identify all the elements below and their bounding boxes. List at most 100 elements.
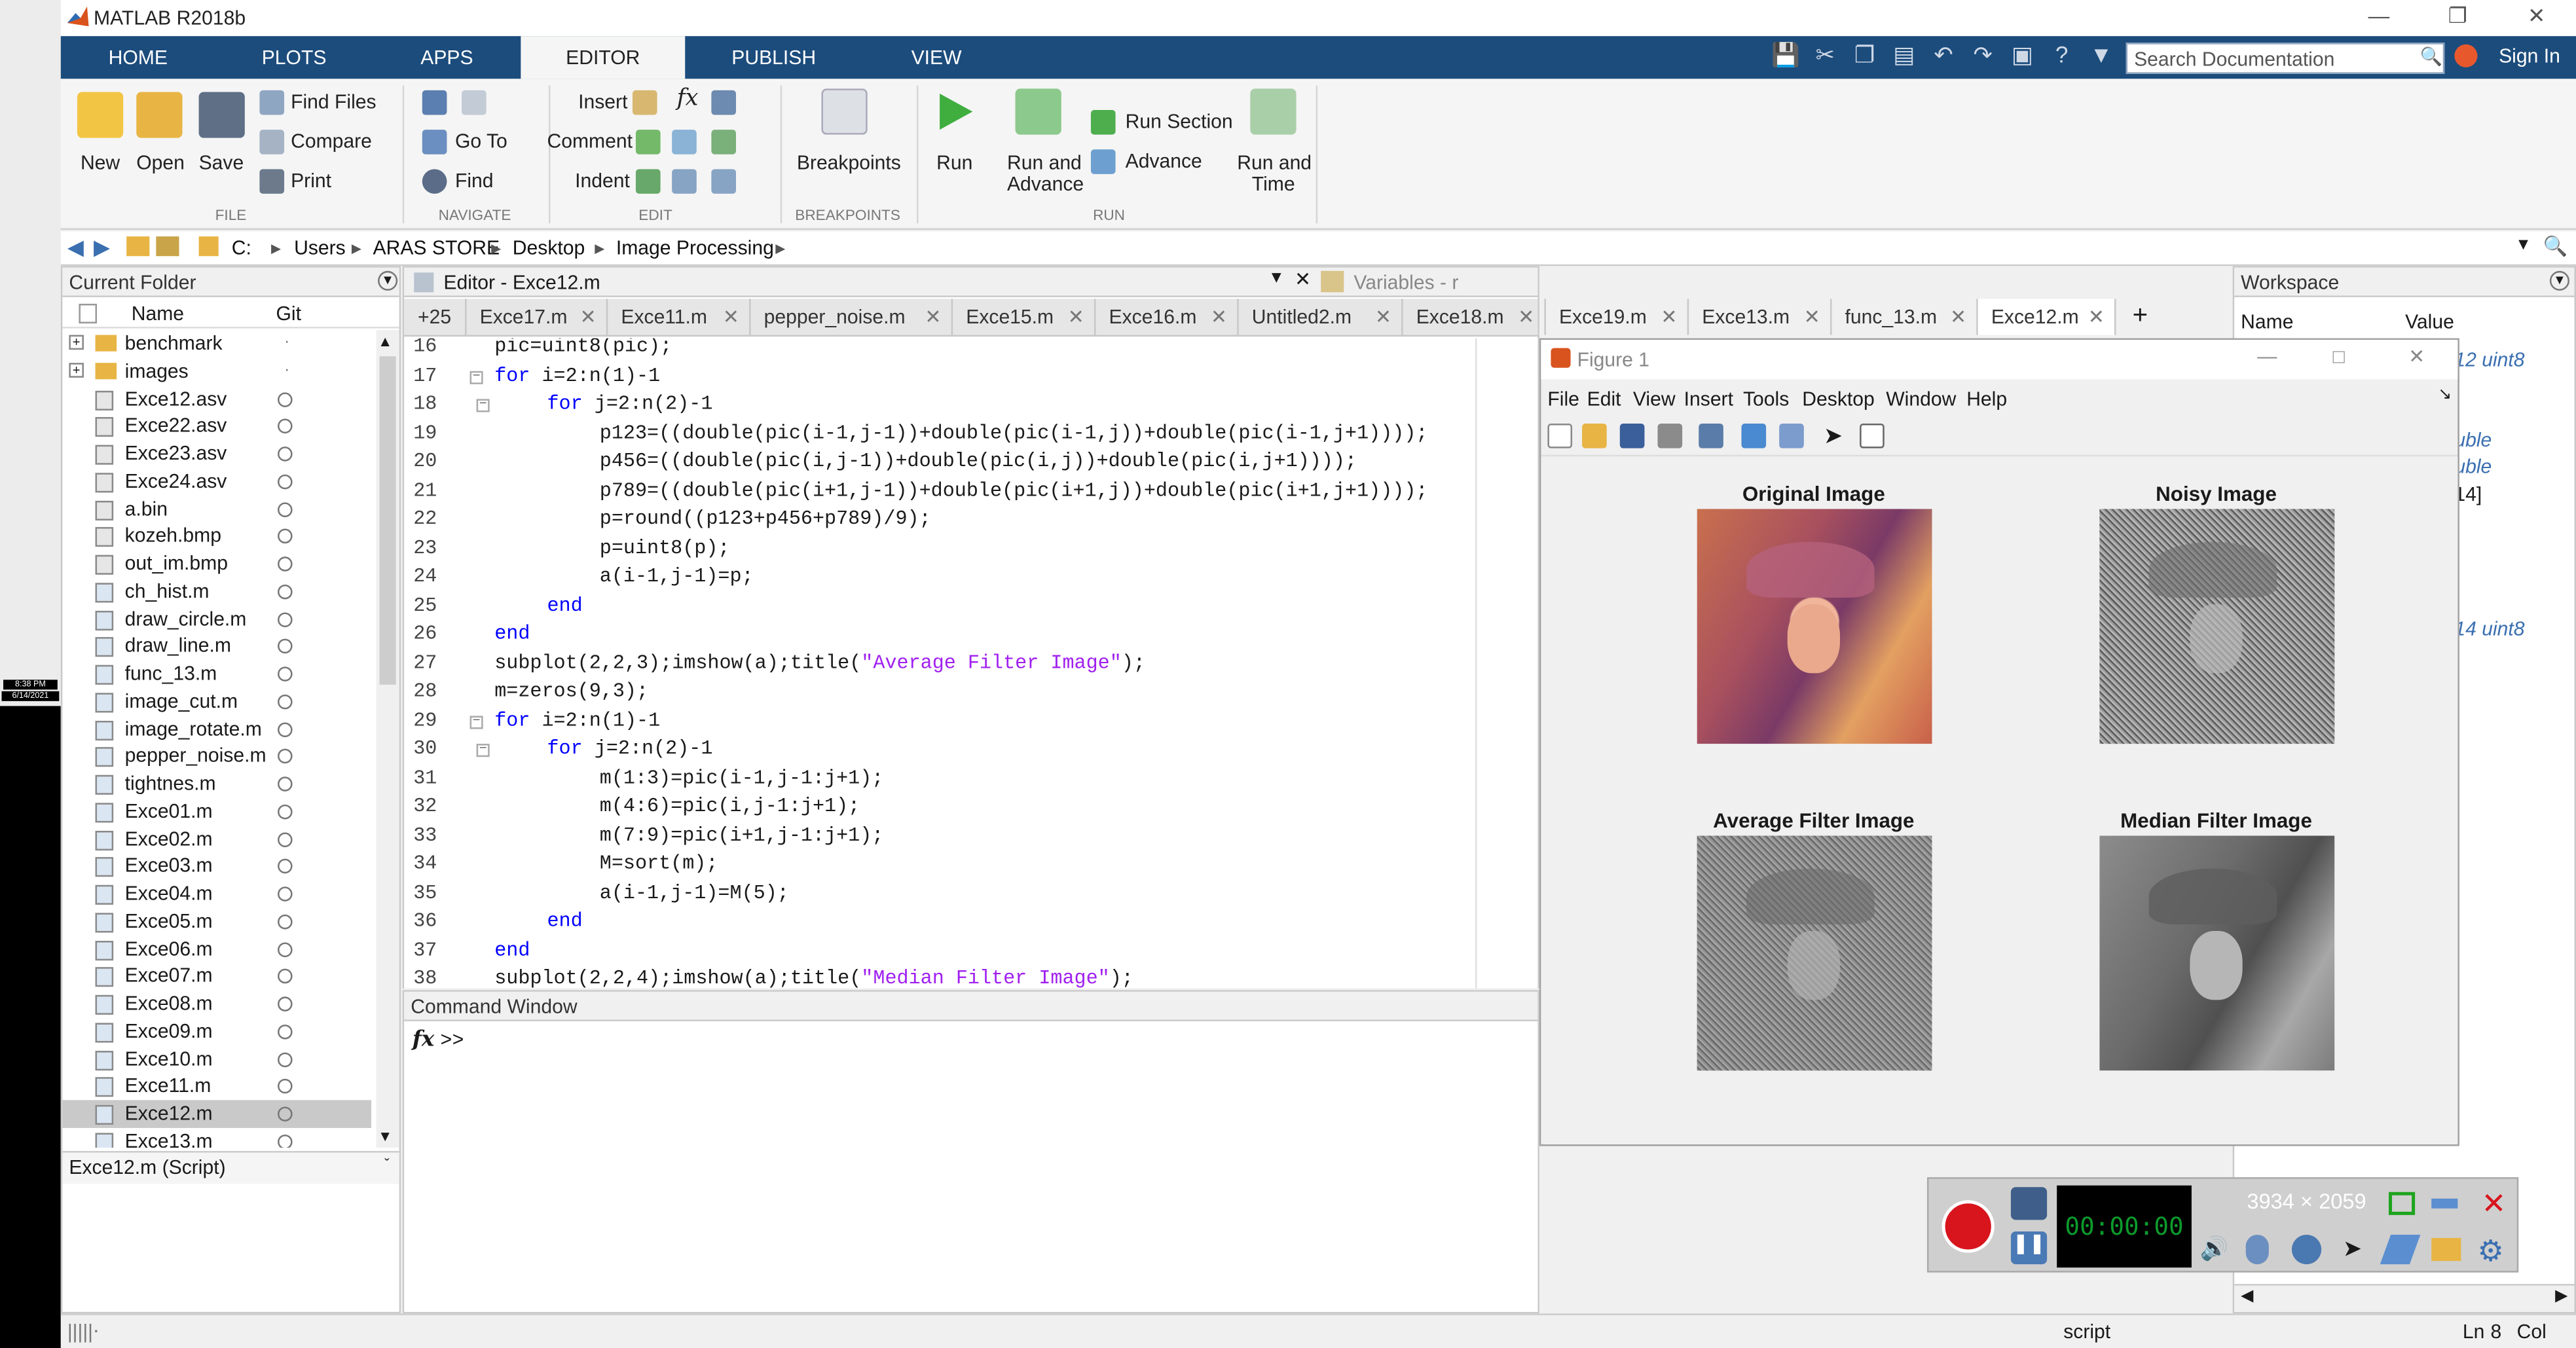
editor-tab[interactable]: Exce16.m ✕: [1095, 299, 1239, 335]
details-expand-icon[interactable]: ˇ: [384, 1156, 390, 1173]
expand-icon[interactable]: +: [69, 335, 84, 350]
code-line[interactable]: 32 m(4:6)=pic(i,j-1:j+1);: [404, 795, 1537, 824]
up-folder-icon[interactable]: [126, 236, 150, 257]
scroll-up-icon[interactable]: ▲: [378, 333, 392, 350]
scroll-down-icon[interactable]: ▼: [378, 1128, 392, 1144]
close-tab-icon[interactable]: ✕: [925, 299, 941, 335]
fold-icon[interactable]: −: [476, 743, 490, 757]
close-tab-icon[interactable]: ✕: [723, 299, 739, 335]
webcam-icon[interactable]: [2291, 1234, 2322, 1265]
close-tab-icon[interactable]: ✕: [1661, 299, 1677, 335]
search-input[interactable]: Search Documentation: [2125, 43, 2445, 74]
list-item[interactable]: Exce08.m: [62, 990, 371, 1017]
figure-menu-item[interactable]: Window: [1886, 388, 1956, 410]
function-browser-icon[interactable]: fx: [413, 1028, 434, 1053]
editor-tab[interactable]: Exce18.m ✕: [1403, 299, 1546, 335]
editor-tab[interactable]: Untitled2.m ✕: [1239, 299, 1403, 335]
speaker-icon[interactable]: 🔊: [2199, 1235, 2228, 1263]
breadcrumb-desktop[interactable]: Desktop: [513, 236, 585, 259]
figure-menu-item[interactable]: Edit: [1587, 388, 1621, 410]
folder-details-bar[interactable]: Exce12.m (Script) ˇ: [62, 1151, 399, 1184]
list-item[interactable]: Exce03.m: [62, 852, 371, 880]
tab-plots[interactable]: PLOTS: [215, 36, 373, 79]
code-line[interactable]: 21 p789=((double(pic(i+1,j-1))+double(pic…: [404, 479, 1537, 507]
save-button[interactable]: Save: [199, 151, 244, 174]
list-item[interactable]: + images ·: [62, 357, 371, 385]
figure-menu-item[interactable]: Desktop: [1802, 388, 1874, 410]
open-button[interactable]: Open: [136, 151, 185, 174]
code-line[interactable]: 33 m(7:9)=pic(i+1,j-1:j+1);: [404, 824, 1537, 853]
git-column-header[interactable]: Git: [276, 302, 301, 325]
figure-menu-item[interactable]: View: [1633, 388, 1676, 410]
browse-folder-icon[interactable]: [156, 236, 179, 257]
redo-icon[interactable]: ↷: [1966, 41, 1999, 74]
close-tab-icon[interactable]: ✕: [1804, 299, 1820, 335]
code-line[interactable]: 38 subplot(2,2,4);imshow(a);title("Median…: [404, 968, 1537, 989]
notification-icon[interactable]: [2454, 44, 2478, 67]
fold-icon[interactable]: −: [476, 398, 490, 412]
code-line[interactable]: 26 end: [404, 623, 1537, 651]
editor-tab[interactable]: Exce13.m ✕: [1689, 299, 1832, 335]
minimize-icon[interactable]: —: [2357, 3, 2400, 33]
list-item[interactable]: image_rotate.m: [62, 715, 371, 742]
close-tab-icon[interactable]: ✕: [1375, 299, 1391, 335]
new-tab-button[interactable]: +: [2133, 299, 2148, 335]
list-item[interactable]: + benchmark ·: [62, 330, 371, 357]
find-files-button[interactable]: Find Files: [291, 90, 377, 113]
comment-button[interactable]: Comment: [547, 130, 633, 153]
run-and-advance-button-line1[interactable]: Run and: [1007, 151, 1082, 174]
list-item[interactable]: pepper_noise.m: [62, 742, 371, 770]
smart-indent-icon[interactable]: [635, 169, 661, 194]
save-figure-icon[interactable]: [1619, 424, 1645, 448]
property-inspector-icon[interactable]: [1860, 424, 1885, 448]
wrap-comments-icon[interactable]: [711, 130, 737, 155]
camera-icon[interactable]: [2010, 1187, 2048, 1220]
code-line[interactable]: 22 p=round((p123+p456+p789)/9);: [404, 507, 1537, 536]
help-icon[interactable]: ?: [2046, 41, 2078, 74]
go-to-button[interactable]: Go To: [455, 130, 507, 153]
find-button[interactable]: Find: [455, 169, 494, 192]
recorder-folder-icon[interactable]: [2431, 1237, 2461, 1262]
code-line[interactable]: 30 − for j=2:n(2)-1: [404, 738, 1537, 767]
recorder-settings-icon[interactable]: ⚙: [2477, 1235, 2503, 1269]
comment-icon[interactable]: [635, 130, 661, 155]
tab-publish[interactable]: PUBLISH: [685, 36, 862, 79]
run-button[interactable]: Run: [936, 151, 972, 174]
list-item[interactable]: Exce11.m: [62, 1072, 371, 1100]
list-item[interactable]: a.bin: [62, 495, 371, 522]
editor-tab[interactable]: pepper_noise.m ✕: [751, 299, 953, 335]
insert-button[interactable]: Insert: [578, 90, 627, 113]
code-line[interactable]: 23 p=uint8(p);: [404, 536, 1537, 565]
minimize-recorder-icon[interactable]: [2431, 1198, 2458, 1209]
breadcrumb-users[interactable]: Users: [294, 236, 346, 259]
code-line[interactable]: 27 subplot(2,2,3);imshow(a);title("Averag…: [404, 651, 1537, 680]
code-line[interactable]: 19 p123=((double(pic(i-1,j-1))+double(pic…: [404, 421, 1537, 450]
list-item[interactable]: out_im.bmp: [62, 550, 371, 577]
restore-icon[interactable]: ❐: [2437, 3, 2479, 33]
figure-menu-item[interactable]: File: [1547, 388, 1579, 410]
editor-tab[interactable]: Exce11.m ✕: [608, 299, 751, 335]
close-tab-icon[interactable]: ✕: [1950, 299, 1966, 335]
region-icon[interactable]: [2388, 1192, 2416, 1215]
breakpoints-icon[interactable]: [821, 88, 868, 135]
indent-button[interactable]: Indent: [575, 169, 630, 192]
figure-menu-item[interactable]: Insert: [1684, 388, 1733, 410]
legend-icon[interactable]: [1779, 424, 1804, 448]
breadcrumb-aras-store[interactable]: ARAS STORE: [373, 236, 500, 259]
breakpoints-button[interactable]: Breakpoints: [797, 151, 901, 174]
scroll-right-icon[interactable]: ▶: [2555, 1287, 2567, 1305]
list-item[interactable]: Exce10.m: [62, 1045, 371, 1072]
undo-icon[interactable]: ↶: [1927, 41, 1960, 74]
workspace-actions-icon[interactable]: ▼: [2549, 270, 2569, 291]
link-plot-icon[interactable]: [1699, 424, 1723, 448]
paste-icon[interactable]: ▤: [1888, 41, 1921, 74]
switch-windows-icon[interactable]: ▣: [2006, 41, 2038, 74]
list-item[interactable]: Exce05.m: [62, 907, 371, 935]
tab-view[interactable]: VIEW: [862, 36, 1010, 79]
more-tabs-button[interactable]: +25: [404, 299, 467, 335]
list-item[interactable]: Exce22.asv: [62, 412, 371, 440]
editor-tab[interactable]: func_13.m ✕: [1831, 299, 1978, 335]
figure-menu-item[interactable]: Help: [1966, 388, 2007, 410]
run-section-button[interactable]: Run Section: [1126, 110, 1233, 133]
address-search-icon[interactable]: 🔍: [2543, 235, 2568, 258]
